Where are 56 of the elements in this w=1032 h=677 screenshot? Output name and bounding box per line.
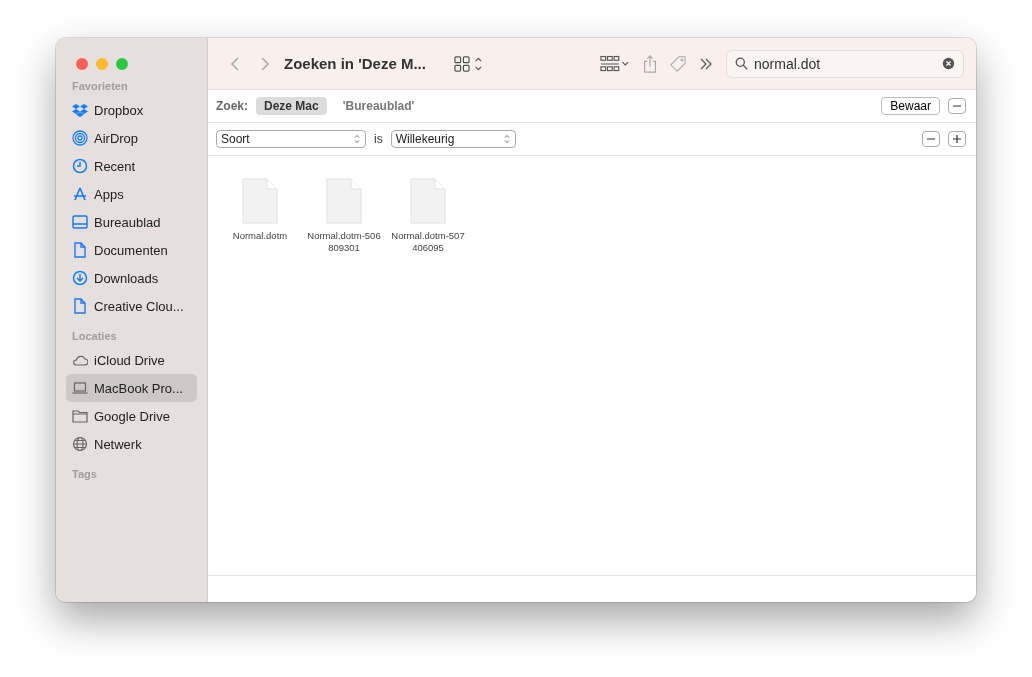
file-name: Normal.dotm-507 406095 xyxy=(391,230,465,254)
sidebar-item[interactable]: AirDrop xyxy=(66,124,197,152)
sidebar-heading: Locaties xyxy=(71,329,118,344)
sidebar-item[interactable]: Creative Clou... xyxy=(66,292,197,320)
apps-icon xyxy=(72,186,88,202)
file-icon xyxy=(72,298,88,314)
close-button[interactable] xyxy=(76,58,88,70)
window-title: Zoeken in 'Deze M... xyxy=(284,55,427,72)
plus-icon xyxy=(952,134,962,144)
sidebar-item[interactable]: iCloud Drive xyxy=(66,346,197,374)
scope-option[interactable]: 'Bureaublad' xyxy=(334,97,423,115)
document-icon xyxy=(72,242,88,258)
chevron-icon xyxy=(502,133,511,145)
desktop-icon xyxy=(72,214,88,230)
search-field[interactable]: normal.dot xyxy=(726,49,964,78)
share-icon[interactable] xyxy=(642,54,658,73)
icon-view-icon[interactable] xyxy=(454,54,484,73)
dropbox-icon xyxy=(72,102,88,118)
globe-icon xyxy=(72,436,88,452)
document-icon[interactable] xyxy=(326,178,362,224)
scope-label: Zoek: xyxy=(216,99,248,113)
minimize-button[interactable] xyxy=(96,58,108,70)
airdrop-icon xyxy=(72,130,88,146)
scope-option[interactable]: Deze Mac xyxy=(256,97,327,115)
save-button[interactable]: Bewaar xyxy=(881,97,940,115)
sidebar-item[interactable]: Dropbox xyxy=(66,96,197,124)
operator-label: is xyxy=(374,132,383,146)
sidebar-item[interactable]: Documenten xyxy=(66,236,197,264)
file-name: Normal.dotm-506 809301 xyxy=(307,230,381,254)
sidebar-heading: Favorieten xyxy=(71,79,129,94)
sidebar-item[interactable]: Bureaublad xyxy=(66,208,197,236)
chevron-icon xyxy=(353,133,361,145)
zoom-button[interactable] xyxy=(116,58,128,70)
sidebar-item[interactable]: Downloads xyxy=(66,264,197,292)
search-icon xyxy=(735,57,748,70)
clock-icon xyxy=(72,158,88,174)
sidebar-item[interactable]: Apps xyxy=(66,180,197,208)
tag-icon[interactable] xyxy=(670,54,686,73)
document-icon[interactable] xyxy=(410,178,446,224)
attribute-dropdown[interactable]: Soort xyxy=(216,130,366,148)
sidebar-item[interactable]: MacBook Pro... xyxy=(66,374,197,402)
file-name: Normal.dotm xyxy=(232,230,288,242)
remove-button[interactable] xyxy=(948,98,966,114)
download-icon xyxy=(72,270,88,286)
group-icon[interactable] xyxy=(600,54,630,73)
folder-icon xyxy=(72,408,88,424)
sidebar-item[interactable]: Google Drive xyxy=(66,402,197,430)
remove-button[interactable] xyxy=(922,131,940,147)
sidebar-item[interactable]: Netwerk xyxy=(66,430,197,458)
clear-icon[interactable] xyxy=(942,57,955,70)
add-button[interactable] xyxy=(948,131,966,147)
sidebar-heading: Tags xyxy=(71,467,98,482)
document-icon[interactable] xyxy=(242,178,278,224)
sidebar-item[interactable]: Recent xyxy=(66,152,197,180)
value-dropdown[interactable]: Willekeurig xyxy=(390,130,516,148)
laptop-icon xyxy=(72,380,88,396)
